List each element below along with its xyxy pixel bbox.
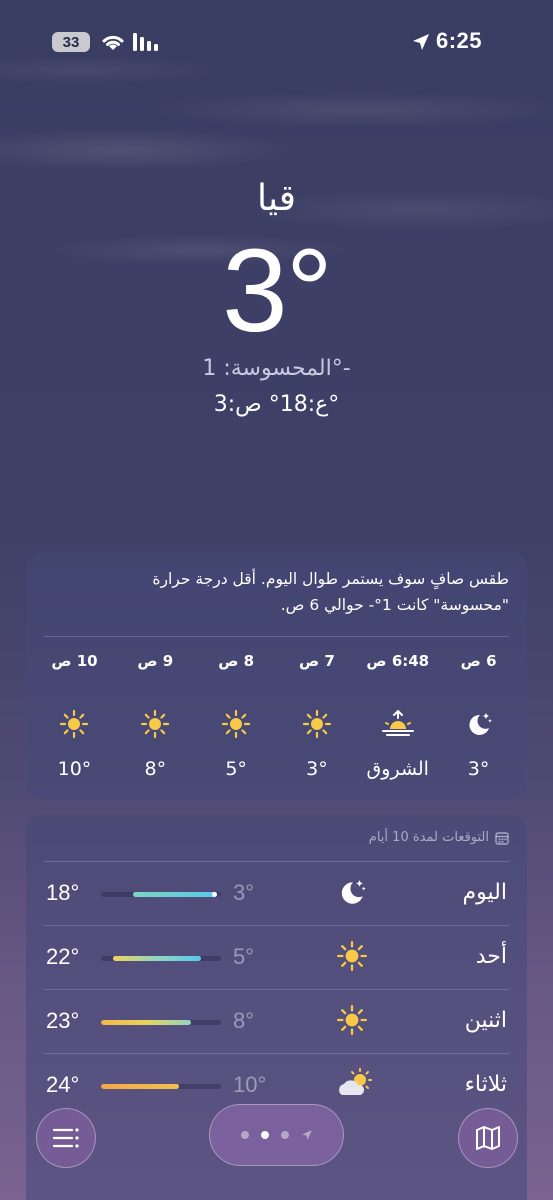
hour-item: 6 ص 3° — [438, 652, 519, 792]
map-button[interactable] — [458, 1108, 518, 1168]
hour-label: 7 ص — [299, 652, 335, 670]
sun-icon — [336, 940, 368, 976]
day-name: اثنين — [464, 1008, 507, 1033]
page-dot[interactable] — [240, 1131, 249, 1139]
locations-list-button[interactable] — [36, 1108, 96, 1168]
hour-temp: 8° — [144, 758, 167, 780]
ten-day-header-label: التوقعات لمدة 10 أيام — [368, 830, 489, 845]
feels-like-temperature: المحسوسة: 1°- — [202, 356, 351, 381]
sun-icon — [140, 704, 170, 744]
battery-indicator: 33 — [52, 32, 90, 52]
day-low: 5° — [233, 944, 255, 969]
moon-stars-icon — [336, 876, 368, 912]
day-high: 24° — [46, 1072, 80, 1097]
hour-item: 6:48 ص الشروق — [357, 652, 438, 792]
hour-temp: الشروق — [366, 758, 429, 780]
hour-label: 8 ص — [218, 652, 255, 670]
day-high: 23° — [46, 1008, 80, 1033]
temp-range-bar — [101, 1084, 221, 1089]
hour-item: 7 ص 3° — [277, 652, 358, 792]
clock: 6:25 — [436, 28, 483, 53]
page-dot-active[interactable] — [260, 1131, 269, 1139]
sunrise-icon — [380, 704, 416, 744]
hour-label: 6:48 ص — [366, 652, 430, 670]
day-row[interactable]: أحد 5° 22° — [26, 926, 527, 989]
current-temperature: 3° — [222, 225, 333, 357]
day-name: أحد — [475, 944, 507, 969]
hour-label: 9 ص — [137, 652, 174, 670]
hour-temp: 3° — [467, 758, 490, 780]
page-indicator[interactable] — [209, 1104, 344, 1166]
city-name: قيا — [256, 178, 297, 219]
day-low: 3° — [233, 880, 255, 905]
hour-temp: 5° — [225, 758, 247, 780]
sun-icon — [336, 1004, 368, 1040]
temp-range-bar — [101, 956, 221, 961]
hour-item: 9 ص 8° — [115, 652, 196, 792]
day-row[interactable]: اثنين 8° 23° — [26, 990, 527, 1053]
hour-temp: 10° — [57, 758, 92, 780]
hour-label: 10 ص — [51, 652, 98, 670]
day-low: 10° — [233, 1072, 267, 1097]
hour-label: 6 ص — [460, 652, 497, 670]
temp-range-bar — [101, 892, 221, 897]
location-arrow-icon[interactable] — [301, 1129, 313, 1141]
cellular-signal-icon — [133, 33, 158, 51]
day-high: 18° — [46, 880, 80, 905]
divider — [44, 636, 509, 637]
hour-item: 10 ص 10° — [34, 652, 115, 792]
hour-temp: 3° — [306, 758, 328, 780]
location-arrow-icon — [413, 34, 429, 50]
page-dot[interactable] — [280, 1131, 289, 1139]
wifi-icon — [102, 35, 124, 50]
hourly-list[interactable]: 6 ص 3° 6:48 ص الشروق 7 ص 3° 8 ص 5° 9 ص 8… — [26, 652, 527, 792]
temp-range-fill — [133, 892, 218, 897]
sun-icon — [302, 704, 332, 744]
partly-cloudy-icon — [336, 1068, 374, 1104]
map-icon — [476, 1126, 500, 1150]
hourly-forecast-card[interactable]: طقس صافٍ سوف يستمر طوال اليوم. أقل درجة … — [26, 552, 527, 799]
hour-item: 8 ص 5° — [196, 652, 277, 792]
temp-range-fill — [113, 956, 201, 961]
current-temp-dot — [212, 892, 218, 897]
day-name: ثلاثاء — [464, 1072, 507, 1097]
calendar-icon — [495, 831, 509, 845]
high-low-temperature: ع:18° ص:3° — [213, 392, 340, 417]
day-low: 8° — [233, 1008, 255, 1033]
moon-stars-icon — [464, 704, 494, 744]
temp-range-fill — [101, 1084, 179, 1089]
temp-range-bar — [101, 1020, 221, 1025]
weather-summary: طقس صافٍ سوف يستمر طوال اليوم. أقل درجة … — [152, 570, 509, 614]
list-icon — [52, 1128, 79, 1148]
sun-icon — [221, 704, 251, 744]
temp-range-fill — [101, 1020, 191, 1025]
ten-day-header: التوقعات لمدة 10 أيام — [369, 830, 509, 845]
sun-icon — [59, 704, 89, 744]
status-bar: 33 6:25 — [0, 28, 553, 56]
day-high: 22° — [46, 944, 80, 969]
day-row[interactable]: اليوم 3° 18° — [26, 862, 527, 925]
day-name: اليوم — [462, 880, 507, 905]
